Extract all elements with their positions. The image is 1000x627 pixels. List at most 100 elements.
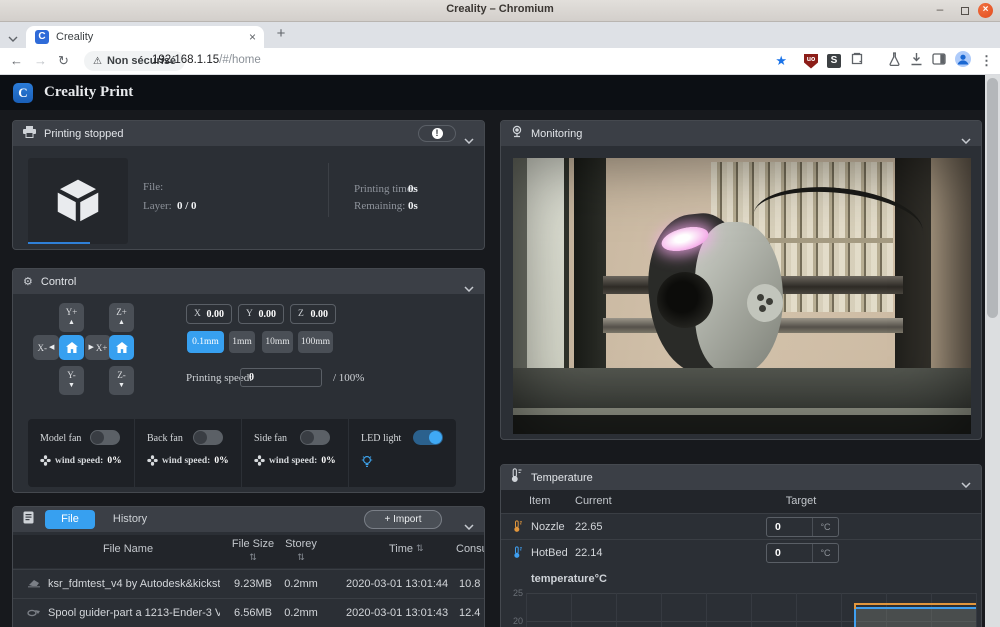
creality-logo: C <box>13 83 33 103</box>
nozzle-row: Nozzle 22.65 °C <box>501 513 981 539</box>
thermometer-icon <box>513 545 523 562</box>
led-light-toggle[interactable] <box>413 430 443 445</box>
right-triangle-icon: ▶ <box>89 344 94 351</box>
left-triangle-icon: ◀ <box>49 344 54 351</box>
file-name: Spool guider-part a 1213-Ender-3 V3_0.4_… <box>48 607 220 619</box>
monitoring-header: Monitoring <box>501 121 981 146</box>
files-header: File History + Import <box>13 507 484 532</box>
alert-pill-button[interactable]: ! <box>418 125 456 142</box>
gridline <box>706 593 707 627</box>
layer-label: Layer: <box>143 200 172 212</box>
thermometer-icon <box>513 519 523 536</box>
browser-menu-icon[interactable]: ⋮ <box>980 53 993 69</box>
temperature-table-header: Item Current Target <box>501 490 981 513</box>
nozzle-target-input[interactable] <box>767 518 812 536</box>
file-time: 2020-03-01 13:01:43 <box>346 607 441 619</box>
close-button[interactable]: × <box>978 3 993 18</box>
tab-search-chevron-icon[interactable] <box>8 29 18 47</box>
extensions-puzzle-icon[interactable] <box>850 52 864 71</box>
collapse-chevron-icon[interactable] <box>961 131 971 149</box>
side-panel-icon[interactable] <box>932 52 946 70</box>
home-z-button[interactable] <box>109 335 134 360</box>
tab-close-icon[interactable]: × <box>249 30 256 44</box>
bookmark-star-icon[interactable]: ★ <box>775 53 787 69</box>
jog-z-minus-button[interactable]: Z- ▼ <box>109 366 134 395</box>
download-icon[interactable] <box>910 52 923 71</box>
new-tab-button[interactable]: + <box>272 25 290 42</box>
window-titlebar: Creality – Chromium – × <box>0 0 1000 22</box>
model-fan-toggle[interactable] <box>90 430 120 445</box>
col-time[interactable]: Time <box>358 543 413 555</box>
step-1mm-button[interactable]: 1mm <box>229 331 255 353</box>
tab-file[interactable]: File <box>45 510 95 529</box>
sort-icon[interactable]: ⇅ <box>276 552 326 563</box>
back-icon[interactable]: ← <box>10 53 23 68</box>
tab-title: Creality <box>56 31 93 43</box>
gridline <box>571 593 572 627</box>
thermometer-icon <box>511 468 523 487</box>
status-divider <box>328 163 329 217</box>
y-tick-20: 20 <box>507 616 523 626</box>
extension-s-icon[interactable]: S <box>827 54 841 68</box>
hotbed-target-input[interactable] <box>767 544 812 562</box>
address-url[interactable]: 192.168.1.15/#/home <box>152 54 261 66</box>
creality-web-app: C Creality Print Printing stopped ! <box>0 75 1000 627</box>
series-area-fill <box>854 607 976 627</box>
sort-icon[interactable]: ⇅ <box>416 543 424 554</box>
file-row[interactable]: ksr_fdmtest_v4 by Autodesk&kickstart-End… <box>13 569 484 598</box>
import-button[interactable]: + Import <box>364 510 442 529</box>
jog-y-plus-button[interactable]: Y+ ▲ <box>59 303 84 332</box>
jog-x-plus-button[interactable]: ▶ X+ <box>85 335 111 360</box>
home-xy-button[interactable] <box>59 335 84 360</box>
collapse-chevron-icon[interactable] <box>464 279 474 297</box>
flask-icon[interactable] <box>888 52 901 71</box>
fan-icon <box>147 455 158 466</box>
file-row[interactable]: Spool guider-part a 1213-Ender-3 V3_0.4_… <box>13 598 484 627</box>
browser-tab[interactable]: C Creality × <box>26 26 264 48</box>
col-consume[interactable]: Consume <box>456 543 485 555</box>
window-title: Creality – Chromium <box>0 3 1000 15</box>
tab-strip: C Creality × + <box>0 22 1000 48</box>
jog-x-minus-button[interactable]: X- ◀ <box>33 335 59 360</box>
webcam-icon <box>511 125 523 143</box>
gear-icon: ⚙ <box>23 275 33 288</box>
back-fan-toggle[interactable] <box>193 430 223 445</box>
collapse-chevron-icon[interactable] <box>464 131 474 149</box>
cube-icon <box>51 174 105 228</box>
collapse-chevron-icon[interactable] <box>464 517 474 535</box>
jog-z-plus-button[interactable]: Z+ ▲ <box>109 303 134 332</box>
forward-icon: → <box>34 53 47 68</box>
led-light-cell: LED light <box>349 419 456 487</box>
jog-y-minus-button[interactable]: Y- ▼ <box>59 366 84 395</box>
file-time: 2020-03-01 13:01:44 <box>346 578 441 590</box>
profile-avatar[interactable] <box>955 51 971 72</box>
scrollbar-thumb[interactable] <box>987 78 998 318</box>
file-name: ksr_fdmtest_v4 by Autodesk&kickstart-End… <box>48 578 220 590</box>
col-file-size[interactable]: File Size <box>228 538 278 550</box>
step-100mm-button[interactable]: 100mm <box>298 331 333 353</box>
print-status-header: Printing stopped ! <box>13 121 484 146</box>
model-fan-cell: Model fan wind speed: 0% <box>28 419 135 487</box>
step-10mm-button[interactable]: 10mm <box>262 331 293 353</box>
plus-icon: + <box>385 514 391 525</box>
minimize-button[interactable]: – <box>932 2 948 18</box>
col-file-name[interactable]: File Name <box>48 543 208 555</box>
celsius-unit: °C <box>812 518 838 536</box>
step-0.1mm-button[interactable]: 0.1mm <box>187 331 224 353</box>
adblock-extension-icon[interactable]: uo <box>804 54 818 69</box>
nozzle-current: 22.65 <box>575 521 603 533</box>
sort-icon[interactable]: ⇅ <box>228 552 278 563</box>
gridline <box>661 593 662 627</box>
file-table-header: File Name File Size ⇅ Storey ⇅ Time ⇅ Co… <box>13 535 484 568</box>
warning-icon: ⚠ <box>93 56 102 67</box>
side-fan-toggle[interactable] <box>300 430 330 445</box>
tab-history[interactable]: History <box>105 510 155 529</box>
reload-icon[interactable]: ↻ <box>58 53 69 69</box>
page-scrollbar[interactable] <box>985 75 1000 627</box>
col-storey[interactable]: Storey <box>276 538 326 550</box>
camera-feed <box>513 158 971 434</box>
back-fan-cell: Back fan wind speed: 0% <box>135 419 242 487</box>
chart-title: temperature°C <box>531 573 607 585</box>
maximize-button[interactable] <box>961 7 969 15</box>
printing-speed-input[interactable] <box>240 368 322 387</box>
